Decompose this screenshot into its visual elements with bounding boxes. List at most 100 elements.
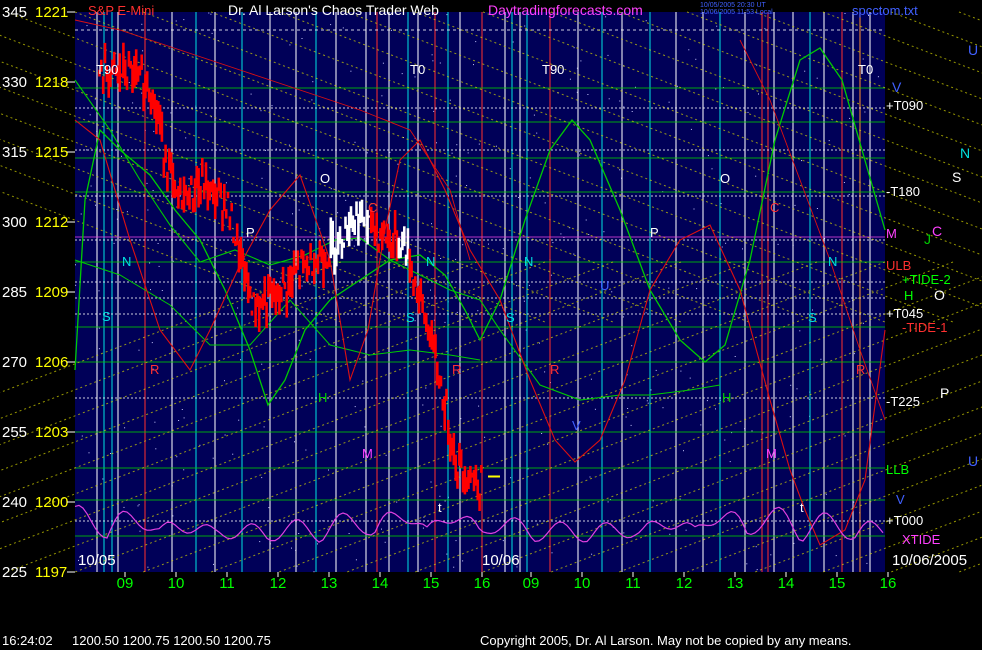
star-dot xyxy=(313,571,315,573)
star-dot xyxy=(849,117,851,119)
outside-planet-symbol: J xyxy=(924,231,931,247)
star-dot xyxy=(707,155,709,157)
hour-tick-label: 14 xyxy=(778,575,795,592)
outside-planet-symbol: N xyxy=(960,145,970,161)
star-dot xyxy=(569,78,571,80)
star-dot xyxy=(720,203,722,205)
date-label: 10/06 xyxy=(482,552,520,569)
star-dot xyxy=(456,144,458,146)
hour-tick-label: 13 xyxy=(727,575,744,592)
chart-window: NSRPOCNSRMHNSRPOCNSRMHUVtt S&P E-Mini Dr… xyxy=(0,0,982,650)
star-dot xyxy=(711,168,713,170)
star-dot xyxy=(825,493,827,495)
star-dot xyxy=(683,450,684,452)
hour-tick-label: 09 xyxy=(523,575,540,592)
star-dot xyxy=(142,50,144,52)
hour-tick-label: 10 xyxy=(574,575,591,592)
star-dot xyxy=(161,290,163,291)
star-dot xyxy=(237,307,239,309)
quote-values: 1200.50 1200.75 1200.50 1200.75 xyxy=(72,633,271,648)
outside-planet-symbol: C xyxy=(932,223,942,239)
star-dot xyxy=(126,211,128,213)
star-dot xyxy=(275,282,277,284)
star-dot xyxy=(512,41,514,43)
star-dot xyxy=(337,212,339,214)
hour-tick-label: 12 xyxy=(676,575,693,592)
star-dot xyxy=(796,388,798,390)
star-dot xyxy=(435,108,437,110)
star-dot xyxy=(627,408,629,409)
planet-symbol: R xyxy=(856,362,865,377)
star-dot xyxy=(157,243,159,244)
star-dot xyxy=(366,152,368,154)
star-dot xyxy=(716,25,718,27)
star-dot xyxy=(456,311,458,313)
star-dot xyxy=(462,560,464,562)
star-dot xyxy=(95,204,96,206)
star-dot xyxy=(721,246,723,248)
right-axis-label: M xyxy=(886,226,897,241)
data-file-name: spcctom.txt xyxy=(852,3,918,18)
star-dot xyxy=(611,291,613,293)
degree-tick-label: 240 xyxy=(2,494,27,511)
star-dot xyxy=(289,44,291,46)
star-dot xyxy=(724,439,726,441)
star-dot xyxy=(756,64,758,66)
price-tick-label: 1197 xyxy=(35,564,67,581)
star-dot xyxy=(742,248,743,250)
planet-symbol: P xyxy=(246,225,255,240)
star-dot xyxy=(668,101,670,103)
star-dot xyxy=(268,507,270,509)
star-dot xyxy=(828,140,830,142)
planet-symbol: U xyxy=(600,278,609,293)
star-dot xyxy=(98,327,100,329)
star-dot xyxy=(502,540,504,542)
degree-tick-label: 345 xyxy=(2,4,27,21)
planet-symbol: S xyxy=(506,310,515,325)
right-axis-label: H xyxy=(904,288,913,303)
star-dot xyxy=(298,209,300,211)
star-dot xyxy=(864,111,866,113)
star-dot xyxy=(141,92,143,94)
star-dot xyxy=(327,528,329,530)
right-axis-label: ULB xyxy=(886,258,911,273)
star-dot xyxy=(90,185,92,187)
star-dot xyxy=(502,248,504,250)
star-dot xyxy=(645,20,647,22)
star-dot xyxy=(152,190,154,191)
page-title: Dr. Al Larson's Chaos Trader Web xyxy=(228,2,439,18)
outside-planet-symbol: U xyxy=(968,453,978,469)
star-dot xyxy=(857,459,859,461)
star-dot xyxy=(646,400,648,402)
star-dot xyxy=(455,540,457,542)
star-dot xyxy=(382,62,384,64)
star-dot xyxy=(385,454,387,456)
star-dot xyxy=(425,387,427,389)
degree-tick-label: 315 xyxy=(2,144,27,161)
star-dot xyxy=(154,421,156,423)
degree-tick-label: 330 xyxy=(2,74,27,91)
degree-tick-label: 285 xyxy=(2,284,27,301)
star-dot xyxy=(689,377,691,379)
right-axis-label: -T225 xyxy=(886,394,920,409)
star-dot xyxy=(364,426,366,428)
planet-symbol: N xyxy=(426,254,435,269)
hour-tick-label: 15 xyxy=(423,575,440,592)
planet-symbol: M xyxy=(766,446,777,461)
star-dot xyxy=(588,234,590,235)
star-dot xyxy=(431,223,432,225)
star-dot xyxy=(690,128,692,130)
star-dot xyxy=(89,114,91,116)
star-dot xyxy=(102,478,104,480)
star-dot xyxy=(484,436,486,438)
star-dot xyxy=(88,452,90,454)
site-link[interactable]: Daytradingforecasts.com xyxy=(488,2,643,18)
star-dot xyxy=(591,553,593,555)
star-dot xyxy=(298,339,300,341)
price-tick-label: 1200 xyxy=(35,494,68,511)
planet-symbol: C xyxy=(368,200,377,215)
star-dot xyxy=(669,533,671,535)
hour-tick-label: 16 xyxy=(474,575,491,592)
star-dot xyxy=(124,427,126,429)
planet-symbol: H xyxy=(318,390,327,405)
